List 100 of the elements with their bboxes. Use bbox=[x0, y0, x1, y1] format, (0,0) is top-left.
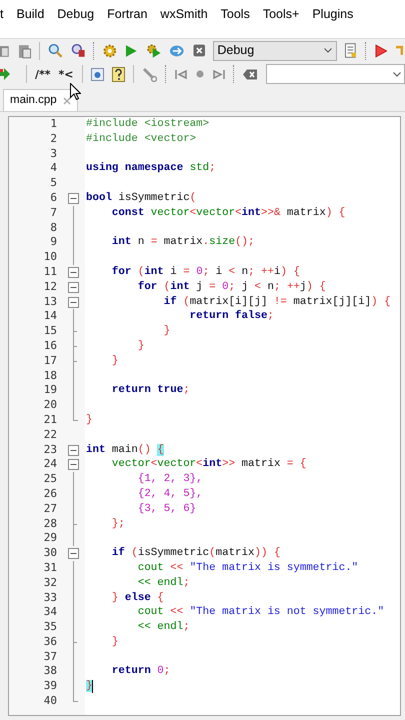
code-line: {2, 4, 5}, bbox=[136, 486, 203, 502]
menu-item[interactable]: t bbox=[0, 5, 4, 24]
comment-button[interactable]: /** bbox=[35, 68, 51, 80]
line-number: 37 bbox=[44, 650, 57, 663]
rebuild-icon[interactable] bbox=[169, 44, 185, 58]
code-line: vector<vector<int>> matrix = { bbox=[110, 457, 306, 472]
line-number: 15 bbox=[44, 324, 57, 338]
mouse-pointer-icon bbox=[70, 83, 81, 100]
line-number: 33 bbox=[44, 590, 57, 604]
play-icon[interactable] bbox=[125, 44, 138, 58]
arrow-icon[interactable] bbox=[0, 67, 10, 81]
line-number: 38 bbox=[44, 664, 57, 678]
line-number: 10 bbox=[44, 250, 57, 264]
line-number: 30 bbox=[44, 546, 57, 560]
line-number: 1 bbox=[50, 117, 57, 130]
line-number: 18 bbox=[44, 368, 57, 382]
line-number: 5 bbox=[50, 176, 57, 190]
line-number: 21 bbox=[44, 412, 57, 426]
code-line: if (isSymmetric(matrix)) { bbox=[110, 546, 280, 561]
line-number: 13 bbox=[44, 294, 57, 308]
menu-item[interactable]: Tools+ bbox=[262, 5, 300, 24]
search-icon[interactable] bbox=[48, 43, 63, 58]
gear-play-icon[interactable] bbox=[146, 42, 162, 58]
line-number: 17 bbox=[44, 354, 57, 367]
fold-toggle-icon[interactable] bbox=[68, 296, 79, 308]
code-line: #include <iostream> bbox=[86, 117, 210, 132]
replace-icon[interactable] bbox=[70, 43, 86, 58]
close-icon[interactable] bbox=[62, 96, 71, 104]
line-number: 4 bbox=[50, 161, 57, 174]
line-number: 36 bbox=[44, 634, 57, 648]
code-line: #include <vector> bbox=[86, 132, 196, 147]
play-icon[interactable] bbox=[374, 44, 388, 58]
code-line: } bbox=[136, 338, 144, 354]
fold-toggle-icon[interactable] bbox=[68, 192, 79, 204]
code-line: int n = matrix.size(); bbox=[110, 235, 255, 250]
step-forward-icon[interactable] bbox=[212, 68, 225, 80]
code-line: << endl; bbox=[136, 576, 190, 590]
code-line: return false; bbox=[188, 309, 274, 324]
editor-tab[interactable]: main.cpp bbox=[3, 89, 78, 111]
menu-item[interactable]: Fortran bbox=[107, 5, 148, 24]
code-line: for (int i = 0; i < n; ++i) { bbox=[110, 264, 300, 280]
code-line: const vector<vector<int>>& matrix) { bbox=[110, 206, 346, 221]
line-number: 3 bbox=[50, 146, 57, 160]
code-line: } else { bbox=[110, 590, 164, 606]
comment-button[interactable]: *< bbox=[58, 68, 74, 80]
menu-item[interactable]: Debug bbox=[57, 5, 94, 24]
line-number: 24 bbox=[44, 457, 57, 470]
menu-item[interactable]: Tools bbox=[220, 5, 250, 24]
line-number: 9 bbox=[50, 235, 57, 248]
line-number: 35 bbox=[44, 620, 57, 634]
fold-toggle-icon[interactable] bbox=[68, 444, 79, 456]
line-number: 28 bbox=[44, 516, 57, 530]
window-icon[interactable] bbox=[90, 68, 104, 80]
line-number: 31 bbox=[44, 560, 57, 574]
code-line: << endl; bbox=[136, 620, 190, 635]
line-number: 20 bbox=[44, 398, 57, 412]
code-line: } bbox=[110, 634, 118, 650]
step-back-icon[interactable] bbox=[174, 68, 188, 80]
clear-tag-icon[interactable] bbox=[242, 68, 258, 80]
document-icon[interactable] bbox=[345, 43, 357, 58]
line-number: 25 bbox=[44, 472, 57, 486]
copy-icon[interactable] bbox=[0, 44, 10, 58]
paste-icon[interactable] bbox=[18, 42, 32, 58]
build-target-dropdown[interactable]: Debug bbox=[213, 40, 338, 60]
gear-icon[interactable] bbox=[103, 44, 118, 58]
line-number: 6 bbox=[50, 190, 57, 204]
line-number: 8 bbox=[50, 220, 57, 234]
code-line: }; bbox=[110, 516, 125, 532]
line-number: 23 bbox=[44, 442, 57, 456]
stop-icon[interactable] bbox=[192, 44, 206, 57]
code-line: int main() { bbox=[86, 442, 164, 458]
code-line: for (int j = 0; j < n; ++j) { bbox=[136, 280, 326, 295]
line-number: 29 bbox=[44, 531, 57, 544]
line-number: 26 bbox=[44, 486, 57, 500]
code-line: using namespace std; bbox=[86, 161, 216, 176]
code-line: return true; bbox=[110, 383, 190, 398]
code-line: return 0; bbox=[110, 664, 170, 680]
code-line: {3, 5, 6} bbox=[136, 502, 196, 517]
line-number: 2 bbox=[50, 132, 57, 145]
code-line: bool isSymmetric( bbox=[86, 190, 196, 206]
wrench-icon[interactable] bbox=[142, 66, 157, 82]
fold-toggle-icon[interactable] bbox=[68, 266, 79, 278]
chevron-down-icon bbox=[324, 48, 332, 53]
menu-item[interactable]: Build bbox=[16, 5, 44, 24]
line-number: 19 bbox=[44, 383, 57, 396]
code-line: {1, 2, 3}, bbox=[136, 472, 203, 487]
help-icon[interactable] bbox=[112, 66, 125, 82]
menu-item[interactable]: Plugins bbox=[312, 5, 354, 24]
dot-icon[interactable] bbox=[196, 70, 204, 78]
fold-toggle-icon[interactable] bbox=[68, 282, 79, 293]
line-number: 39 bbox=[44, 679, 57, 692]
line-number: 11 bbox=[44, 264, 57, 278]
chevron-down-icon bbox=[393, 72, 401, 76]
line-number: 32 bbox=[44, 576, 57, 589]
menu-item[interactable]: wxSmith bbox=[160, 5, 208, 24]
fold-toggle-icon[interactable] bbox=[68, 548, 79, 560]
code-line: cout << "The matrix is not symmetric." bbox=[136, 605, 384, 620]
line-number: 22 bbox=[44, 428, 57, 441]
code-line: cout << "The matrix is symmetric." bbox=[136, 560, 358, 576]
fold-toggle-icon[interactable] bbox=[68, 459, 79, 470]
